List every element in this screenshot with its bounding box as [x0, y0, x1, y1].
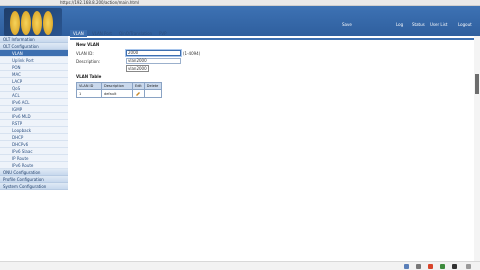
edit-icon[interactable]	[135, 91, 141, 96]
sidebar-item-pon[interactable]: PON	[0, 64, 68, 71]
cell-vlan-id: 1	[76, 89, 102, 98]
cell-edit[interactable]	[132, 89, 145, 98]
os-taskbar	[0, 261, 480, 270]
tab-vlan-port[interactable]: VLAN Port	[89, 30, 115, 37]
sidebar-item-ipv6-acl[interactable]: IPv6 ACL	[0, 99, 68, 106]
sidebar-item-acl[interactable]: ACL	[0, 92, 68, 99]
sidebar-item-profile-configuration[interactable]: Profile Configuration	[0, 176, 68, 183]
table-row: 1 default	[76, 89, 162, 98]
header-link-status[interactable]: Status	[412, 22, 425, 27]
sidebar-item-igmp[interactable]: IGMP	[0, 106, 68, 113]
sidebar-item-qos[interactable]: QoS	[0, 85, 68, 92]
sidebar-item-vlan[interactable]: VLAN	[0, 50, 68, 57]
sidebar-item-ipv6-mld[interactable]: IPv6 MLD	[0, 113, 68, 120]
sidebar-item-rstp[interactable]: RSTP	[0, 120, 68, 127]
description-input[interactable]: vlan2000	[126, 58, 181, 64]
sidebar-item-system-configuration[interactable]: System Configuration	[0, 183, 68, 190]
app-icon[interactable]	[440, 264, 445, 269]
cell-delete[interactable]	[143, 89, 162, 98]
autocomplete-suggestion[interactable]: vlan2000	[126, 65, 149, 72]
col-delete: Delete	[143, 82, 162, 90]
sidebar-item-ipv6-route[interactable]: IPv6 Route	[0, 162, 68, 169]
scrollbar-thumb[interactable]	[475, 74, 479, 94]
vlan-id-label: VLAN ID:	[76, 51, 94, 56]
cell-description: default	[101, 89, 133, 98]
header-save[interactable]: Save	[342, 22, 352, 27]
vlan-table: VLAN ID Description Edit Delete 1 defaul…	[76, 82, 162, 98]
sidebar-item-dhcpv6[interactable]: DHCPv6	[0, 141, 68, 148]
volume-icon[interactable]	[416, 264, 421, 269]
vlan-table-title: VLAN Table	[76, 74, 102, 79]
header-link-log[interactable]: Log	[396, 22, 403, 27]
col-description: Description	[101, 82, 133, 90]
sidebar-item-mac[interactable]: MAC	[0, 71, 68, 78]
sidebar-item-olt-information[interactable]: OLT Information	[0, 36, 68, 43]
col-vlan-id: VLAN ID	[76, 82, 102, 90]
tab-pvp[interactable]: PVP	[156, 30, 170, 37]
sidebar-item-ip-route[interactable]: IP Route	[0, 155, 68, 162]
sidebar-item-uplink-port[interactable]: Uplink Port	[0, 57, 68, 64]
vlan-id-input[interactable]: 2000	[126, 50, 181, 56]
description-label: Description:	[76, 59, 101, 64]
sidebar-item-olt-configuration[interactable]: OLT Configuration	[0, 43, 68, 50]
sidebar-item-loopback[interactable]: Loopback	[0, 127, 68, 134]
new-vlan-title: New VLAN	[76, 42, 100, 47]
col-edit: Edit	[132, 82, 145, 90]
app-icon[interactable]	[428, 264, 433, 269]
tab-qinq-translation[interactable]: QinQ/Translation	[116, 30, 155, 37]
sidebar-item-ipv6-slaac[interactable]: IPv6 Slaac	[0, 148, 68, 155]
corn-logo	[4, 8, 62, 36]
table-header-row: VLAN ID Description Edit Delete	[76, 82, 162, 90]
vlan-id-hint: (1-4094)	[183, 51, 201, 56]
sidebar: OLT Information OLT Configuration VLAN Upli…	[0, 36, 68, 270]
notification-icon[interactable]	[466, 264, 471, 269]
sidebar-item-onu-configuration[interactable]: ONU Configuration	[0, 169, 68, 176]
tab-vlan[interactable]: VLAN	[70, 30, 87, 37]
sidebar-item-dhcp[interactable]: DHCP	[0, 134, 68, 141]
sidebar-item-lacp[interactable]: LACP	[0, 78, 68, 85]
header-link-user-list[interactable]: User List	[430, 22, 447, 27]
header-link-logout[interactable]: Logout	[458, 22, 472, 27]
clock-icon[interactable]	[452, 264, 457, 269]
tab-underline	[70, 38, 474, 40]
network-icon[interactable]	[404, 264, 409, 269]
page-scrollbar[interactable]	[474, 36, 480, 261]
